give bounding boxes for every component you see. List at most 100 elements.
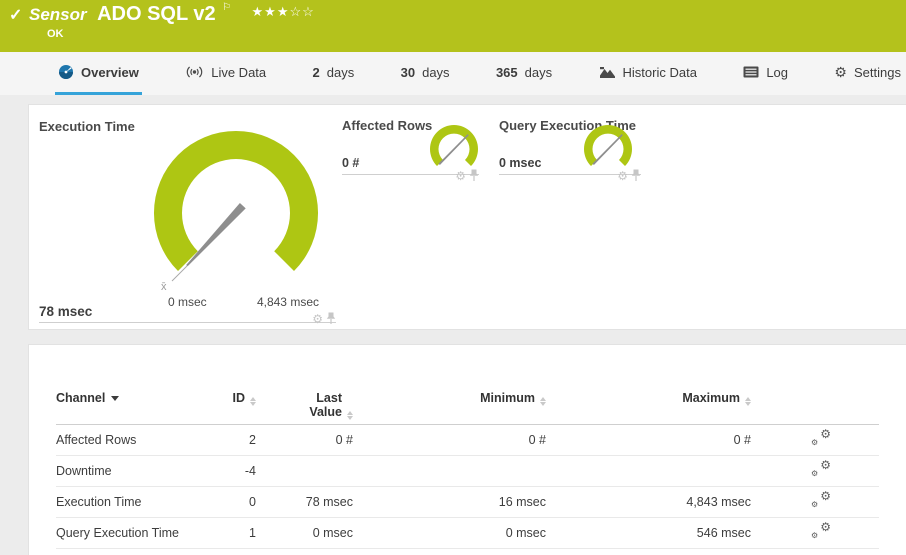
gauge-icon xyxy=(59,65,73,79)
tab-number: 30 xyxy=(400,64,416,80)
current-value: 78 msec xyxy=(39,304,93,319)
tab-label: Historic Data xyxy=(622,64,697,80)
channels-table: Channel ID Last Value Minimum Maximum Af… xyxy=(56,375,879,549)
channel-minimum: 0 msec xyxy=(353,517,546,549)
tab-overview[interactable]: Overview xyxy=(55,52,142,95)
current-value: 0 msec xyxy=(499,156,542,170)
tab-365-days[interactable]: 365 days xyxy=(493,52,555,95)
widget-controls: ⚙ xyxy=(455,169,479,182)
column-header-minimum[interactable]: Minimum xyxy=(353,375,546,425)
channel-id: 0 xyxy=(216,486,256,518)
tab-number: 2 xyxy=(312,64,320,80)
query-execution-time-gauge xyxy=(584,125,632,166)
status-badge: OK xyxy=(47,28,64,40)
channel-settings-icon[interactable]: ⚙ ⚙ xyxy=(811,490,831,509)
table-row: Affected Rows 2 0 # 0 # 0 # ⚙ ⚙ xyxy=(56,424,879,456)
channel-maximum xyxy=(546,455,751,487)
gauge-scale-min: 0 msec xyxy=(168,295,207,309)
execution-time-gauge: x̄ xyxy=(153,130,319,293)
channel-id: -4 xyxy=(216,455,256,487)
column-header-settings xyxy=(751,375,879,425)
table-row: Query Execution Time 1 0 msec 0 msec 546… xyxy=(56,517,879,549)
tab-label: Log xyxy=(766,64,789,80)
sensor-name: ADO SQL v2 xyxy=(97,3,216,25)
tab-log[interactable]: Log xyxy=(740,52,791,95)
channel-settings-icon[interactable]: ⚙ ⚙ xyxy=(811,428,831,447)
channel-id: 1 xyxy=(216,517,256,549)
sort-icon xyxy=(347,411,353,420)
sort-icon xyxy=(250,397,256,406)
current-value: 0 # xyxy=(342,156,360,170)
area-chart-icon xyxy=(599,66,615,78)
channel-last-value: 78 msec xyxy=(256,486,353,518)
tab-bar: Overview Live Data 2 days 30 days 365 da… xyxy=(0,52,906,95)
channel-minimum xyxy=(353,455,546,487)
channel-minimum: 0 # xyxy=(353,424,546,456)
gauges-panel: Execution Time x̄ 0 msec 4,843 msec 78 m… xyxy=(28,104,906,330)
widget-title: Affected Rows xyxy=(342,118,433,133)
check-icon: ✓ xyxy=(9,7,23,24)
sensor-status-header: ✓ Sensor ADO SQL v2 ⚐ ★★★☆☆ OK xyxy=(0,0,906,52)
channel-name[interactable]: Downtime xyxy=(56,455,216,487)
tab-label: Overview xyxy=(81,64,139,80)
channel-last-value: 0 # xyxy=(256,424,353,456)
widget-gear-icon[interactable]: ⚙ xyxy=(312,313,323,325)
column-header-last-value[interactable]: Last Value xyxy=(256,375,353,425)
table-row: Execution Time 0 78 msec 16 msec 4,843 m… xyxy=(56,486,879,518)
channel-name[interactable]: Execution Time xyxy=(56,486,216,518)
widget-controls: ⚙ xyxy=(617,169,641,182)
tab-number: 365 xyxy=(495,64,518,80)
sensor-title-row: Sensor ADO SQL v2 ⚐ ★★★☆☆ xyxy=(29,2,315,26)
sensor-kind-label: Sensor xyxy=(29,5,87,24)
stars-filled: ★★★ xyxy=(251,4,290,19)
table-row: Downtime -4 ⚙ ⚙ xyxy=(56,455,879,487)
channel-maximum: 4,843 msec xyxy=(546,486,751,518)
sort-icon xyxy=(745,397,751,406)
channel-name[interactable]: Query Execution Time xyxy=(56,517,216,549)
channel-last-value xyxy=(256,455,353,487)
channel-id: 2 xyxy=(216,424,256,456)
gear-icon: ⚙ xyxy=(834,63,847,80)
tab-label: days xyxy=(422,64,450,80)
column-header-maximum[interactable]: Maximum xyxy=(546,375,751,425)
pin-icon[interactable] xyxy=(469,169,479,182)
channel-maximum: 0 # xyxy=(546,424,751,456)
widget-gear-icon[interactable]: ⚙ xyxy=(617,170,628,182)
tab-label: Settings xyxy=(853,64,901,80)
tab-30-days[interactable]: 30 days xyxy=(398,52,453,95)
query-execution-time-gauge-widget: Query Execution Time 0 msec ⚙ xyxy=(499,105,641,182)
pin-icon[interactable] xyxy=(631,169,641,182)
execution-time-gauge-widget: Execution Time x̄ 0 msec 4,843 msec 78 m… xyxy=(39,105,336,325)
channel-last-value: 0 msec xyxy=(256,517,353,549)
widget-gear-icon[interactable]: ⚙ xyxy=(455,170,466,182)
affected-rows-gauge-widget: Affected Rows 0 # ⚙ xyxy=(342,105,479,182)
channel-settings-icon[interactable]: ⚙ ⚙ xyxy=(811,459,831,478)
tab-2-days[interactable]: 2 days xyxy=(310,52,358,95)
tab-label: days xyxy=(326,64,355,80)
sort-caret-icon xyxy=(111,396,120,401)
tab-live-data[interactable]: Live Data xyxy=(182,52,269,95)
pin-icon[interactable] xyxy=(326,312,336,325)
channel-minimum: 16 msec xyxy=(353,486,546,518)
priority-stars[interactable]: ★★★☆☆ xyxy=(252,4,315,19)
column-header-channel[interactable]: Channel xyxy=(56,375,216,425)
tab-label: Live Data xyxy=(211,64,267,80)
table-header-row: Channel ID Last Value Minimum Maximum xyxy=(56,375,879,425)
average-marker: x̄ xyxy=(161,281,167,293)
channel-maximum: 546 msec xyxy=(546,517,751,549)
channel-name[interactable]: Affected Rows xyxy=(56,424,216,456)
flag-icon[interactable]: ⚐ xyxy=(222,2,231,13)
stars-empty: ☆☆ xyxy=(289,4,315,19)
column-header-id[interactable]: ID xyxy=(216,375,256,425)
affected-rows-gauge xyxy=(430,125,478,166)
gauge-scale-max: 4,843 msec xyxy=(256,295,319,309)
widget-controls: ⚙ xyxy=(312,312,336,325)
tab-label: days xyxy=(524,64,553,80)
tab-settings[interactable]: ⚙ Settings xyxy=(831,52,904,95)
tab-historic-data[interactable]: Historic Data xyxy=(596,52,700,95)
channels-panel: Channel ID Last Value Minimum Maximum Af… xyxy=(28,344,906,555)
channel-settings-icon[interactable]: ⚙ ⚙ xyxy=(811,521,831,540)
sort-icon xyxy=(540,397,546,406)
log-list-icon xyxy=(743,66,759,78)
broadcast-icon xyxy=(186,66,203,78)
